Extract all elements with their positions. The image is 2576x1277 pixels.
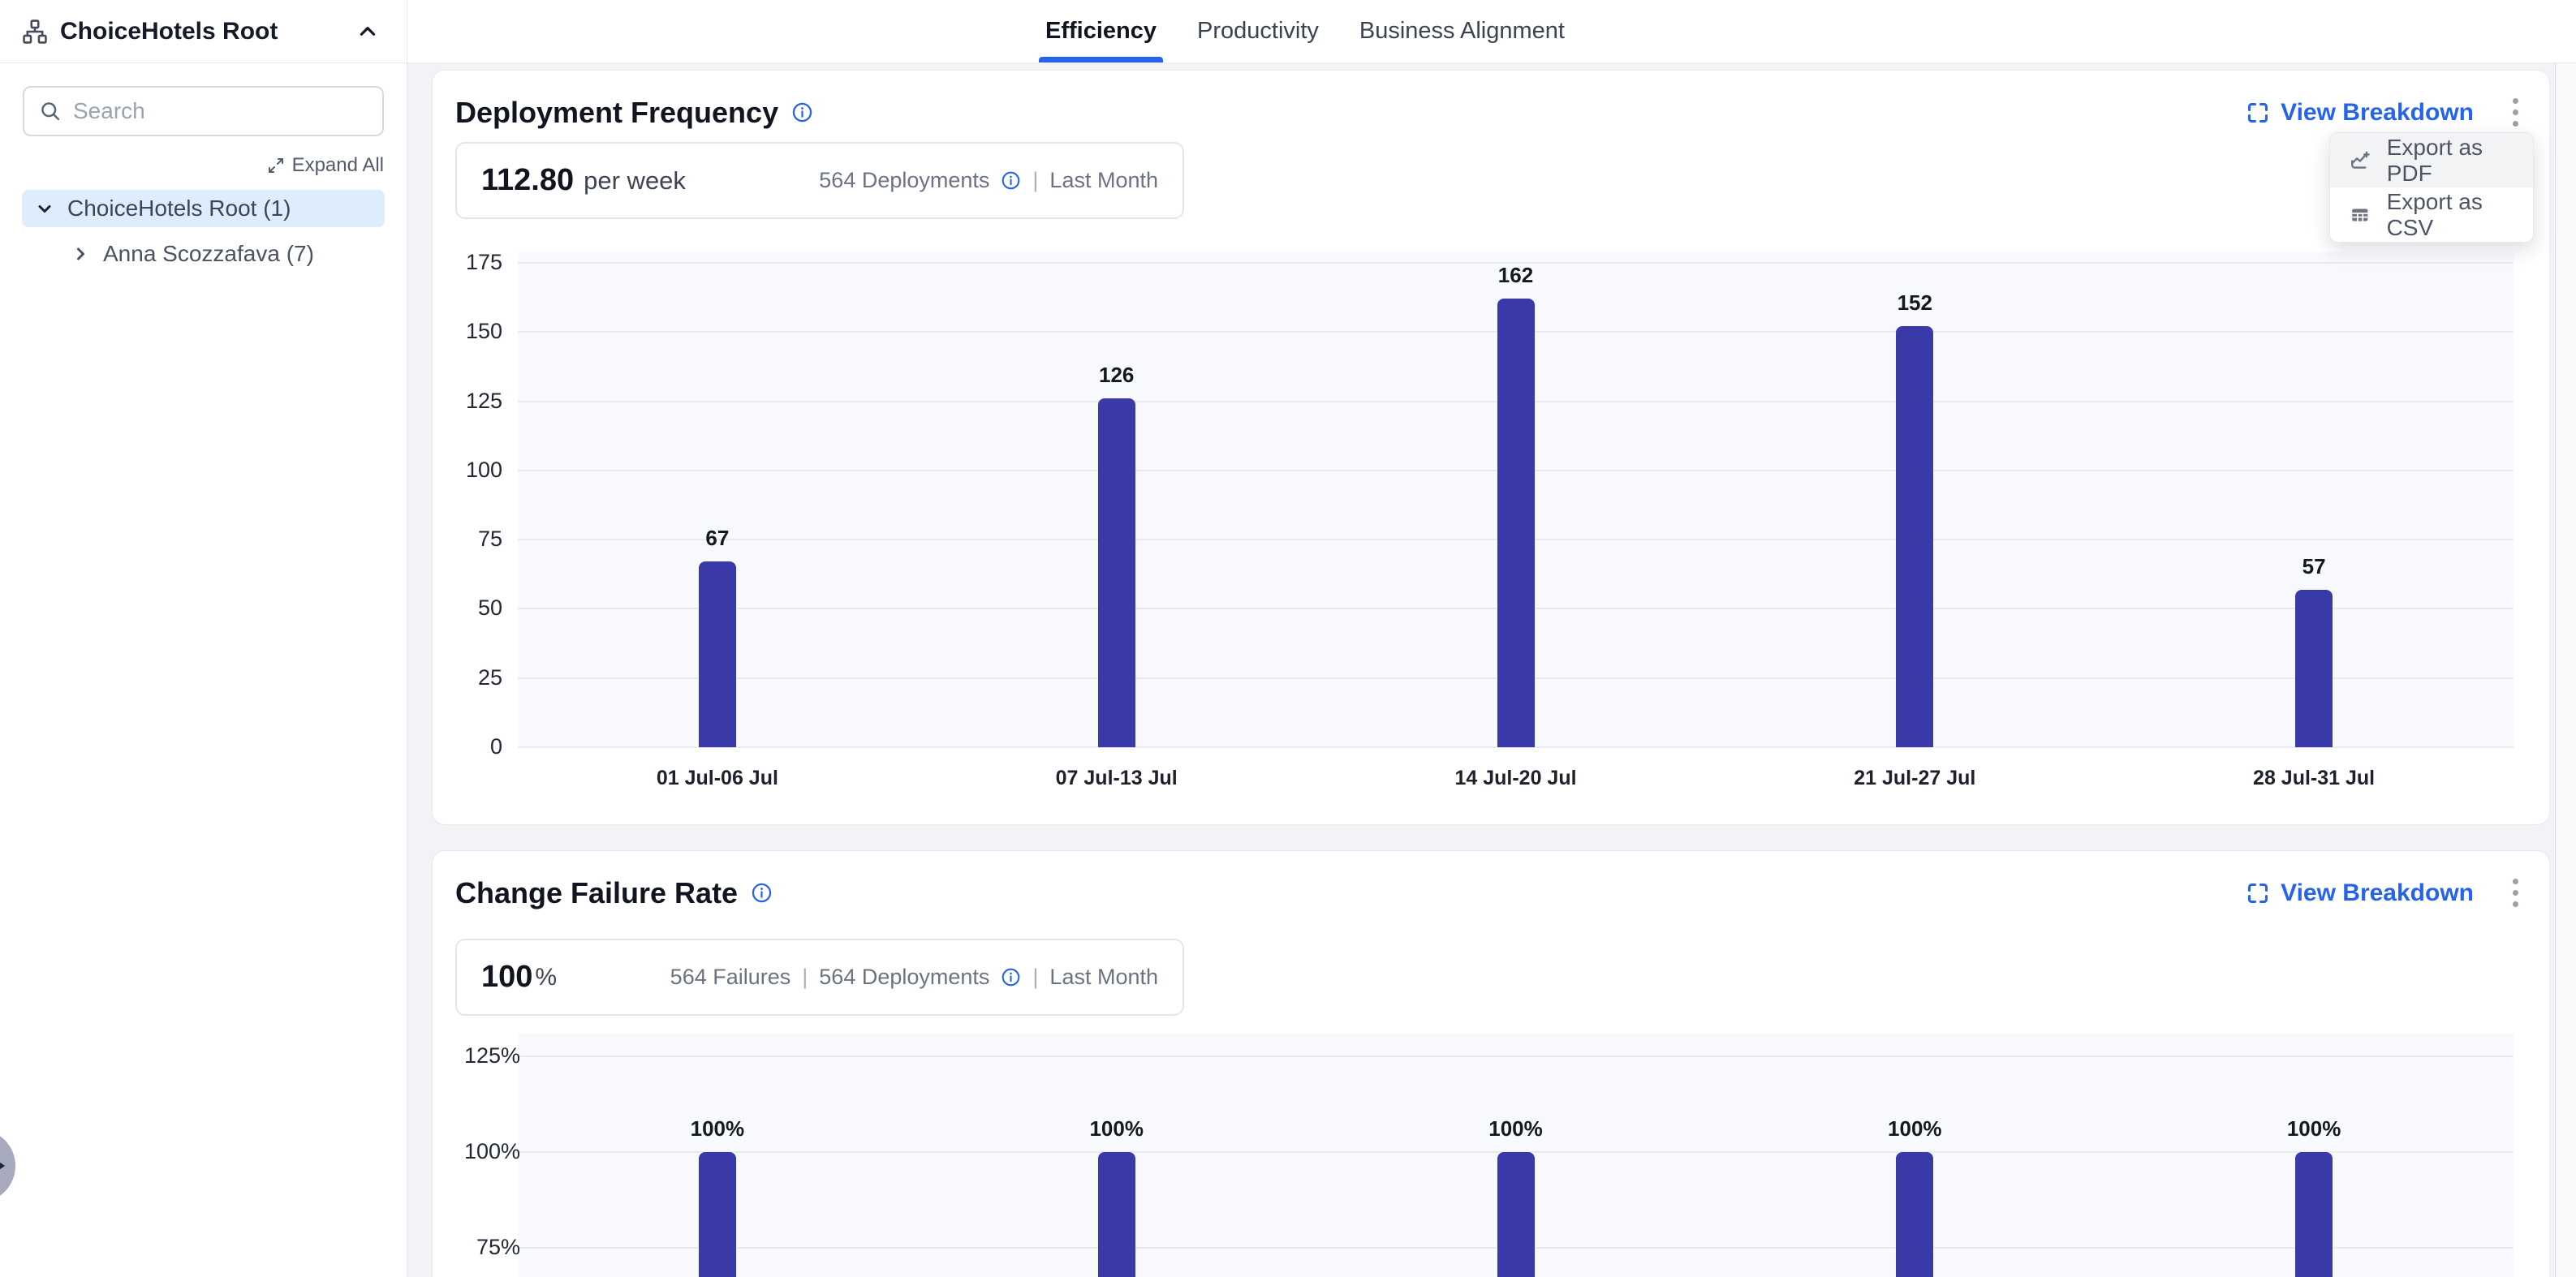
sidebar-header: ChoiceHotels Root [0, 0, 407, 63]
expand-all-row: Expand All [23, 154, 384, 177]
tree-item-label: Anna Scozzafava (7) [103, 241, 314, 267]
y-axis-tick-label: 0 [433, 734, 502, 759]
expand-corners-icon [2246, 882, 2269, 905]
bar[interactable] [2295, 590, 2333, 747]
tree-item-label: ChoiceHotels Root (1) [67, 196, 291, 221]
bar-value-label: 162 [1498, 263, 1533, 288]
menu-item-export-csv[interactable]: Export as CSV [2330, 187, 2533, 242]
menu-item-label: Export as CSV [2387, 189, 2514, 241]
change-failure-rate-card: Change Failure Rate View Breakdown [432, 850, 2550, 1277]
tab-productivity[interactable]: Productivity [1195, 0, 1320, 62]
view-breakdown-label: View Breakdown [2281, 879, 2474, 907]
export-dropdown-menu: Export as PDF Export as CSV [2329, 132, 2534, 243]
expand-all-button[interactable]: Expand All [266, 154, 384, 177]
app-root: ChoiceHotels Root Expand All ChoiceHote [0, 0, 2576, 1277]
bar[interactable] [699, 1152, 736, 1277]
table-icon [2350, 203, 2371, 227]
kebab-menu-button[interactable] [2506, 872, 2525, 914]
play-arrow-icon [0, 1157, 5, 1175]
x-axis-tick-label: 21 Jul-27 Jul [1854, 767, 1975, 790]
tree-item-anna-scozzafava[interactable]: Anna Scozzafava (7) [58, 235, 385, 273]
tabs: Efficiency Productivity Business Alignme… [1044, 0, 1566, 62]
tab-business-alignment[interactable]: Business Alignment [1358, 0, 1566, 62]
view-breakdown-button[interactable]: View Breakdown [2246, 879, 2474, 907]
y-axis-tick-label: 100 [433, 458, 502, 483]
deployment-frequency-card: Deployment Frequency View Breakdown [432, 70, 2550, 825]
kebab-menu-button[interactable] [2506, 92, 2525, 133]
expand-corners-icon [2246, 101, 2269, 124]
deployment-frequency-chart: 175 150 125 100 75 50 25 0 67 01 Jul-06 Jul 126 07 … [433, 71, 2549, 824]
expand-all-label: Expand All [292, 154, 384, 177]
info-icon[interactable] [751, 882, 773, 904]
y-axis-tick-label: 175 [433, 250, 502, 275]
chevron-down-icon [35, 199, 54, 218]
view-breakdown-label: View Breakdown [2281, 99, 2474, 127]
y-axis-tick-label: 50 [433, 596, 502, 621]
card-title: Change Failure Rate [455, 876, 738, 910]
x-axis-tick-label: 14 Jul-20 Jul [1454, 767, 1576, 790]
org-hierarchy-icon [21, 18, 49, 45]
bar[interactable] [699, 561, 736, 747]
y-axis-tick-label: 150 [433, 319, 502, 344]
vertical-scrollbar[interactable] [2555, 63, 2576, 1277]
expand-arrows-icon [266, 156, 286, 175]
bar-value-label: 100% [1488, 1116, 1543, 1142]
y-axis-tick-label: 75 [433, 527, 502, 552]
card-header: Deployment Frequency View Breakdown [433, 71, 2549, 133]
bar[interactable] [2295, 1152, 2333, 1277]
y-axis-tick-label: 100% [433, 1139, 520, 1164]
tree-item-choicehotels-root[interactable]: ChoiceHotels Root (1) [22, 190, 385, 227]
sidebar: ChoiceHotels Root Expand All ChoiceHote [0, 0, 407, 1277]
bar-value-label: 126 [1099, 363, 1134, 388]
sidebar-title: ChoiceHotels Root [60, 18, 278, 45]
y-axis-tick-label: 125% [433, 1043, 520, 1068]
bar[interactable] [1896, 1152, 1933, 1277]
bar[interactable] [1896, 326, 1933, 747]
sidebar-search [23, 86, 384, 136]
tab-label: Efficiency [1045, 18, 1157, 45]
org-tree: ChoiceHotels Root (1) Anna Scozzafava (7… [22, 190, 385, 273]
y-axis-tick-label: 125 [433, 389, 502, 414]
main-area: Efficiency Productivity Business Alignme… [407, 0, 2576, 1277]
info-icon[interactable] [791, 101, 813, 123]
search-input[interactable] [73, 98, 368, 124]
bar[interactable] [1098, 1152, 1135, 1277]
card-header: Change Failure Rate View Breakdown [433, 851, 2549, 914]
bar-value-label: 152 [1898, 290, 1932, 316]
sidebar-collapse-button[interactable] [350, 14, 386, 49]
card-header-actions: View Breakdown [2246, 92, 2525, 133]
view-breakdown-button[interactable]: View Breakdown [2246, 99, 2474, 127]
search-icon [39, 100, 62, 123]
bar[interactable] [1098, 398, 1135, 747]
chart-export-icon [2350, 148, 2371, 173]
y-axis-tick-label: 75% [433, 1235, 520, 1260]
tab-efficiency[interactable]: Efficiency [1044, 0, 1158, 62]
bar-value-label: 100% [2287, 1116, 2341, 1142]
card-title: Deployment Frequency [455, 96, 778, 130]
bar-value-label: 100% [1888, 1116, 1942, 1142]
bar-value-label: 57 [2302, 554, 2326, 579]
gridline [518, 1056, 2514, 1057]
sidebar-drawer-handle[interactable] [0, 1129, 15, 1202]
menu-item-export-pdf[interactable]: Export as PDF [2330, 133, 2533, 187]
x-axis-tick-label: 07 Jul-13 Jul [1056, 767, 1178, 790]
y-axis-tick-label: 25 [433, 665, 502, 690]
bar[interactable] [1497, 1152, 1535, 1277]
tab-label: Productivity [1197, 18, 1319, 45]
content-scroll-area: Deployment Frequency View Breakdown [407, 63, 2576, 1277]
x-axis-tick-label: 01 Jul-06 Jul [657, 767, 778, 790]
bar[interactable] [1497, 299, 1535, 747]
card-header-actions: View Breakdown [2246, 872, 2525, 914]
tab-label: Business Alignment [1359, 18, 1565, 45]
change-failure-rate-chart: 125%100%75%100%01 Jul-06 Jul100%07 Jul-1… [433, 851, 2549, 1277]
menu-item-label: Export as PDF [2387, 135, 2514, 187]
x-axis-tick-label: 28 Jul-31 Jul [2253, 767, 2375, 790]
bar-value-label: 100% [1089, 1116, 1144, 1142]
top-tab-bar: Efficiency Productivity Business Alignme… [407, 0, 2576, 63]
chevron-up-icon [357, 21, 378, 42]
bar-value-label: 67 [705, 526, 729, 551]
bar-value-label: 100% [691, 1116, 745, 1142]
chevron-right-icon [71, 244, 90, 264]
